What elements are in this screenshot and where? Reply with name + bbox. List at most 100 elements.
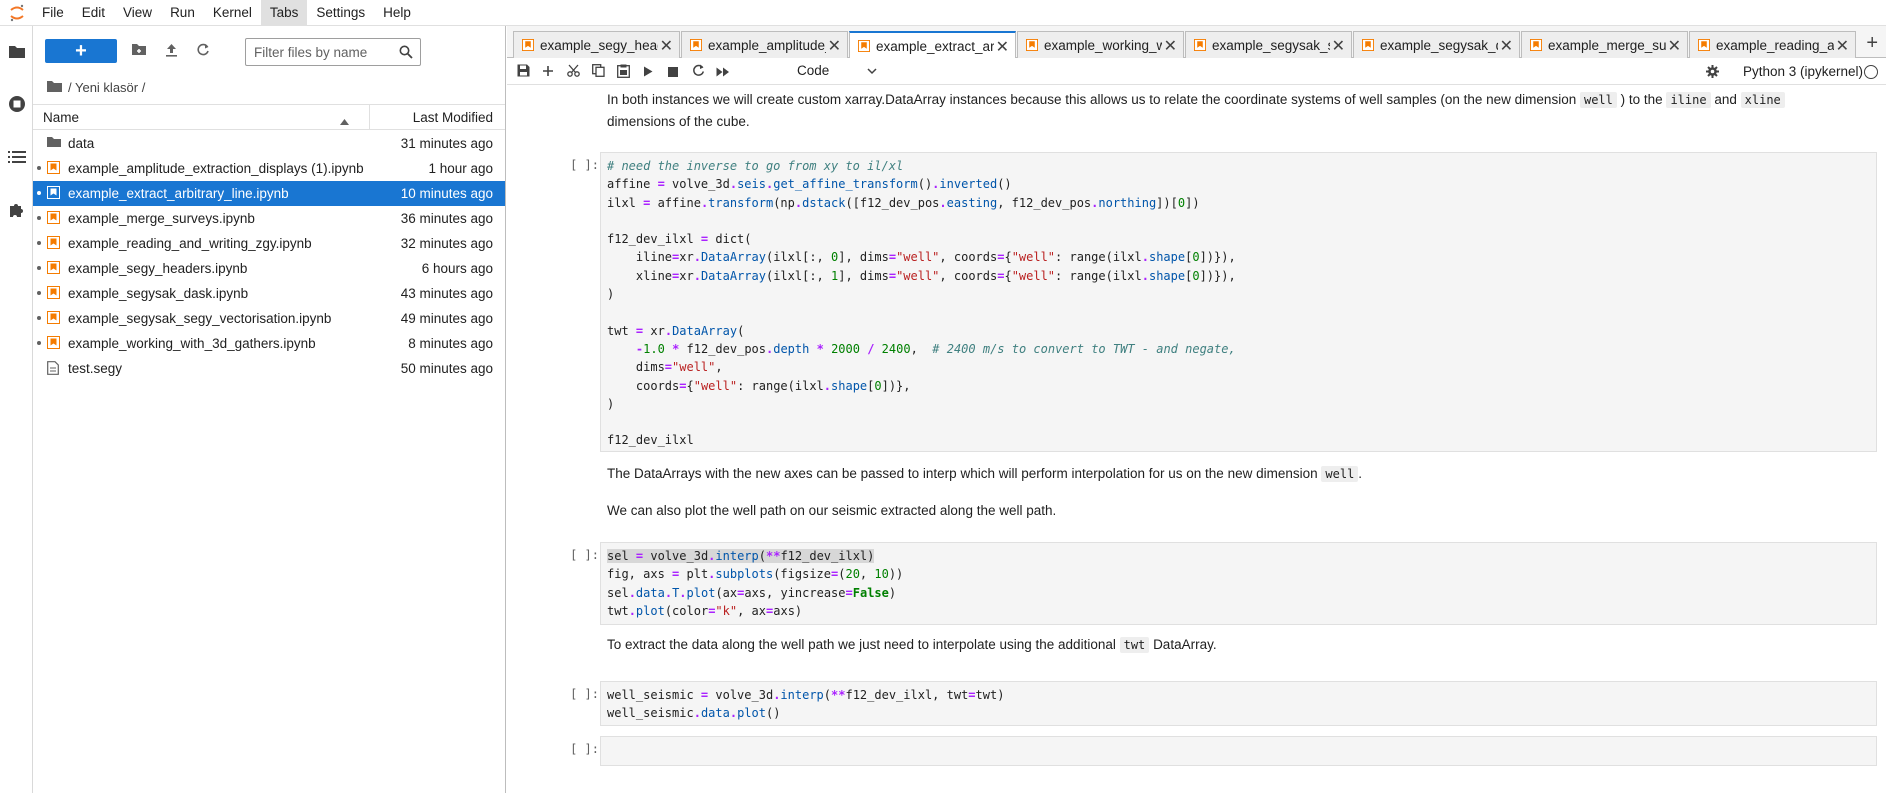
menu-tabs[interactable]: Tabs	[260, 0, 308, 26]
tab-example-amplitude[interactable]: example_amplitude_extraction_displays (1…	[681, 31, 848, 58]
kernel-name[interactable]: Python 3 (ipykernel)	[1743, 64, 1863, 79]
file-modified: 43 minutes ago	[400, 286, 493, 301]
column-modified-header[interactable]: Last Modified	[413, 110, 493, 125]
notebook-icon	[858, 40, 870, 55]
file-modified: 6 hours ago	[421, 261, 493, 276]
tab-example-segy-headers[interactable]: example_segy_headers.ipynb ✕	[513, 31, 680, 58]
empty-code-cell[interactable]	[600, 736, 1877, 766]
restart-run-all-button[interactable]	[713, 62, 733, 82]
code-editor[interactable]: well_seismic = volve_3d.interp(**f12_dev…	[607, 686, 1870, 723]
file-browser: + / Yeni klasör / Name Last Modified dat…	[33, 26, 506, 793]
close-icon[interactable]: ✕	[1332, 36, 1345, 56]
running-indicator	[37, 191, 41, 195]
run-button[interactable]	[638, 62, 658, 82]
add-tab-button[interactable]: +	[1866, 33, 1878, 53]
file-name: test.segy	[68, 361, 123, 376]
notebook-icon	[1194, 39, 1206, 54]
file-row[interactable]: example_segysak_dask.ipynb 43 minutes ag…	[33, 281, 505, 306]
code-cell[interactable]: sel = volve_3d.interp(**f12_dev_ilxl) fi…	[600, 542, 1877, 625]
close-icon[interactable]: ✕	[1668, 36, 1681, 56]
new-folder-button[interactable]	[125, 39, 153, 63]
md-text: .	[1358, 466, 1363, 481]
main-dock: example_segy_headers.ipynb ✕ example_amp…	[507, 26, 1886, 793]
file-modified: 10 minutes ago	[400, 186, 493, 201]
menu-kernel[interactable]: Kernel	[204, 0, 261, 26]
close-icon[interactable]: ✕	[1836, 36, 1849, 56]
code-cell[interactable]: # need the inverse to go from xy to il/x…	[600, 152, 1877, 452]
file-name: example_segysak_dask.ipynb	[68, 286, 249, 301]
menu-edit[interactable]: Edit	[73, 0, 114, 26]
file-modified: 1 hour ago	[428, 161, 493, 176]
file-row[interactable]: example_working_with_3d_gathers.ipynb 8 …	[33, 331, 505, 356]
menu-view[interactable]: View	[114, 0, 161, 26]
file-filter-input[interactable]	[254, 40, 394, 64]
restart-button[interactable]	[688, 62, 708, 82]
file-icon	[47, 361, 61, 375]
code-editor[interactable]: # need the inverse to go from xy to il/x…	[607, 157, 1870, 450]
plus-icon	[542, 65, 554, 80]
menu-file[interactable]: File	[33, 0, 73, 26]
file-row[interactable]: example_amplitude_extraction_displays (1…	[33, 156, 505, 181]
tab-label: example_amplitude_extraction_displays (1…	[708, 38, 826, 53]
menu-run[interactable]: Run	[161, 0, 204, 26]
menu-bar: File Edit View Run Kernel Tabs Settings …	[0, 0, 1886, 26]
tab-example-working-with-3d-gathers[interactable]: example_working_with_3d_gathers.ipynb ✕	[1017, 31, 1184, 58]
code-editor[interactable]: sel = volve_3d.interp(**f12_dev_ilxl) fi…	[607, 547, 1870, 620]
new-launcher-button[interactable]: +	[45, 39, 117, 63]
tab-example-reading-and-writing-zgy[interactable]: example_reading_and_writing_zgy.ipynb ✕	[1689, 31, 1856, 58]
tab-label: example_segysak_dask.ipynb	[1380, 38, 1498, 53]
file-name: example_segysak_segy_vectorisation.ipynb	[68, 311, 332, 326]
file-row[interactable]: example_reading_and_writing_zgy.ipynb 32…	[33, 231, 505, 256]
code-cell[interactable]: well_seismic = volve_3d.interp(**f12_dev…	[600, 681, 1877, 726]
markdown-cell[interactable]: We can also plot the well path on our se…	[607, 500, 1877, 522]
column-divider[interactable]	[369, 105, 370, 129]
insert-cell-button[interactable]	[538, 62, 558, 82]
table-of-contents-tab[interactable]	[0, 132, 33, 185]
file-browser-tab[interactable]	[0, 26, 33, 79]
file-name: example_merge_surveys.ipynb	[68, 211, 255, 226]
folder-icon	[8, 44, 26, 62]
close-icon[interactable]: ✕	[1500, 36, 1513, 56]
markdown-cell[interactable]: The DataArrays with the new axes can be …	[607, 463, 1877, 485]
file-row[interactable]: example_merge_surveys.ipynb 36 minutes a…	[33, 206, 505, 231]
refresh-button[interactable]	[189, 39, 217, 63]
extensions-tab[interactable]	[0, 185, 33, 238]
gear-icon[interactable]	[1706, 65, 1719, 81]
tab-example-segysak-dask[interactable]: example_segysak_dask.ipynb ✕	[1353, 31, 1520, 58]
tab-example-segysak-vectorisation[interactable]: example_segysak_segy_vectorisation.ipynb…	[1185, 31, 1352, 58]
close-icon[interactable]: ✕	[996, 37, 1009, 57]
notebook-icon	[1530, 39, 1542, 54]
sort-up-icon[interactable]	[340, 113, 349, 128]
file-row[interactable]: example_segysak_segy_vectorisation.ipynb…	[33, 306, 505, 331]
column-name-header[interactable]: Name	[43, 110, 79, 125]
breadcrumb-path[interactable]: / Yeni klasör /	[68, 80, 145, 95]
tab-example-extract-arbitrary-line[interactable]: example_extract_arbitrary_line.ipynb ✕	[849, 31, 1016, 59]
file-row[interactable]: data 31 minutes ago	[33, 131, 505, 156]
file-row[interactable]: example_segy_headers.ipynb 6 hours ago	[33, 256, 505, 281]
file-row-selected[interactable]: example_extract_arbitrary_line.ipynb 10 …	[33, 181, 505, 206]
home-folder-icon[interactable]	[47, 80, 62, 95]
menu-help[interactable]: Help	[374, 0, 420, 26]
markdown-cell[interactable]: In both instances we will create custom …	[607, 89, 1877, 133]
notebook-icon	[47, 261, 61, 275]
running-sessions-tab[interactable]	[0, 79, 33, 132]
file-row[interactable]: test.segy 50 minutes ago	[33, 356, 505, 381]
md-text: We can also plot the well path on our se…	[607, 503, 1057, 518]
copy-button[interactable]	[588, 62, 608, 82]
save-button[interactable]	[513, 62, 533, 82]
tab-label: example_extract_arbitrary_line.ipynb	[876, 39, 994, 54]
upload-icon	[165, 43, 178, 60]
cell-type-select[interactable]: Code	[797, 63, 877, 81]
close-icon[interactable]: ✕	[1164, 36, 1177, 56]
menu-settings[interactable]: Settings	[307, 0, 374, 26]
upload-button[interactable]	[157, 39, 185, 63]
paste-button[interactable]	[613, 62, 633, 82]
tab-example-merge-surveys[interactable]: example_merge_surveys.ipynb ✕	[1521, 31, 1688, 58]
markdown-cell[interactable]: To extract the data along the well path …	[607, 634, 1877, 656]
notebook-icon	[47, 211, 61, 225]
close-icon[interactable]: ✕	[828, 36, 841, 56]
close-icon[interactable]: ✕	[660, 36, 673, 56]
cut-button[interactable]	[563, 62, 583, 82]
interrupt-button[interactable]	[663, 62, 683, 82]
tab-label: example_reading_and_writing_zgy.ipynb	[1716, 38, 1834, 53]
